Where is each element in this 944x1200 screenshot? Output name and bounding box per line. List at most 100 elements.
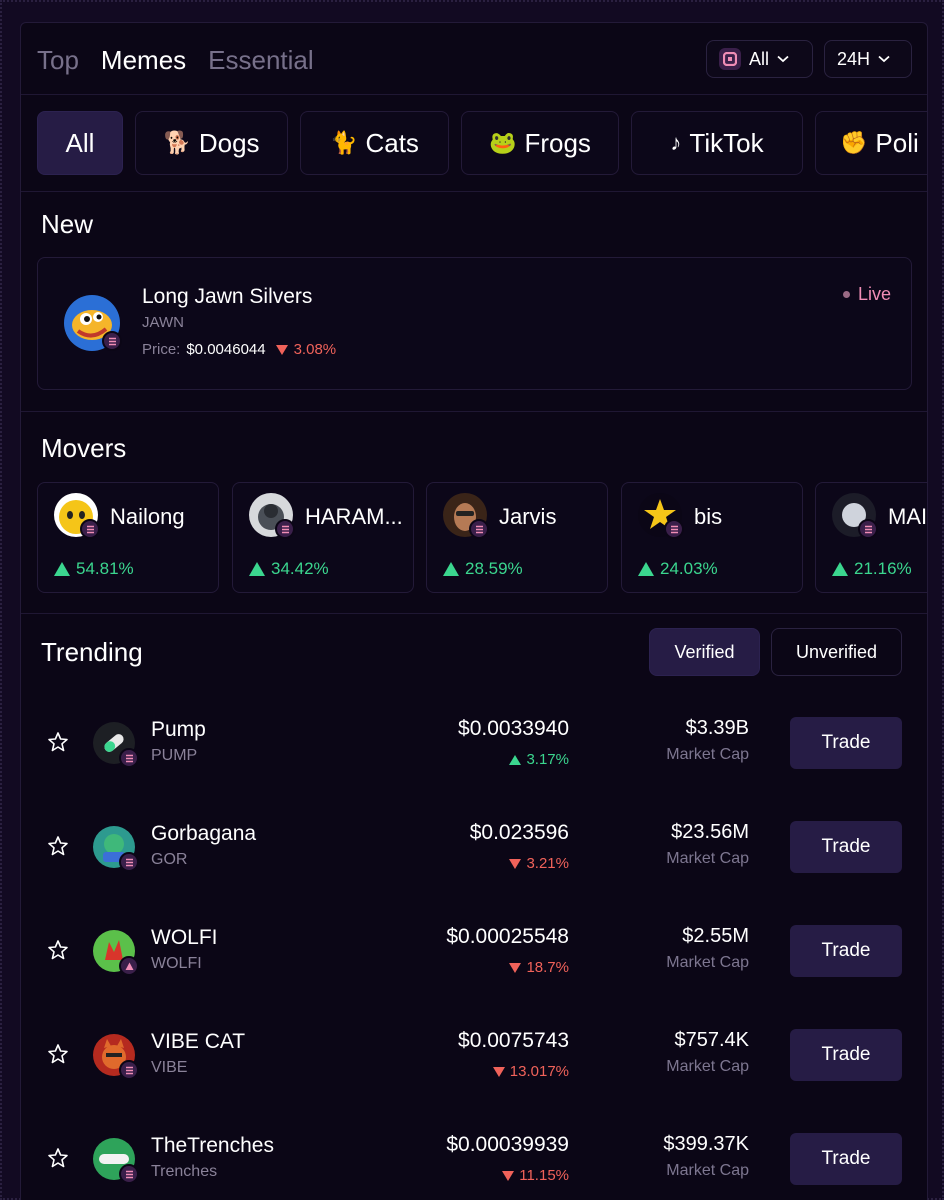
mover-card[interactable]: MAI 21.16% <box>815 482 927 593</box>
favorite-star-icon[interactable] <box>47 731 69 753</box>
divider <box>21 191 927 192</box>
chain-logo-icon <box>719 48 741 70</box>
category-dogs[interactable]: 🐕 Dogs <box>135 111 288 175</box>
live-label: Live <box>857 284 891 304</box>
category-label: TikTok <box>689 127 764 158</box>
tab-memes[interactable]: Memes <box>101 45 186 76</box>
up-arrow-icon <box>249 562 265 576</box>
token-price: $0.00039939 <box>446 1133 569 1156</box>
mover-change-value: 34.42% <box>271 559 329 578</box>
category-label: All <box>65 127 95 158</box>
token-price: $0.023596 <box>469 821 569 844</box>
category-label: Dogs <box>198 127 260 158</box>
trade-button[interactable]: Trade <box>790 717 902 769</box>
trade-button[interactable]: Trade <box>790 1029 902 1081</box>
category-cats[interactable]: 🐈 Cats <box>300 111 449 175</box>
token-avatar <box>93 1138 139 1184</box>
mover-change: 34.42% <box>249 559 329 579</box>
token-symbol: GOR <box>151 851 188 868</box>
market-cap-value: $399.37K <box>663 1133 749 1155</box>
tiktok-icon: ♪ <box>670 130 682 155</box>
mover-change: 28.59% <box>443 559 523 579</box>
table-row[interactable]: VIBE CAT VIBE $0.0075743 13.017% $757.4K… <box>21 1003 927 1107</box>
token-name: TheTrenches <box>151 1134 274 1157</box>
mover-change-value: 21.16% <box>854 559 912 578</box>
category-label: Cats <box>365 127 419 158</box>
market-cap-label: Market Cap <box>666 746 749 763</box>
mover-card[interactable]: Nailong 54.81% <box>37 482 219 593</box>
token-name: Pump <box>151 718 206 741</box>
token-change: 3.17% <box>509 751 569 768</box>
favorite-star-icon[interactable] <box>47 1043 69 1065</box>
time-select[interactable]: 24H <box>824 40 912 78</box>
market-cap-label: Market Cap <box>666 1162 749 1179</box>
mover-name: Nailong <box>110 504 185 529</box>
tab-essential[interactable]: Essential <box>208 45 314 76</box>
solana-badge-icon <box>102 331 122 351</box>
mover-name: Jarvis <box>499 504 557 529</box>
dog-icon: 🐕 <box>163 130 191 155</box>
unverified-filter-button[interactable]: Unverified <box>771 628 902 676</box>
token-change-value: 3.21% <box>526 855 569 872</box>
mover-card[interactable]: bis 24.03% <box>621 482 803 593</box>
mover-change-value: 24.03% <box>660 559 718 578</box>
token-change-value: 3.17% <box>526 751 569 768</box>
panel-header: Top Memes Essential All 24H <box>21 23 927 95</box>
mover-name: HARAM... <box>305 504 403 529</box>
solana-badge-icon <box>664 519 684 539</box>
up-arrow-icon <box>638 562 654 576</box>
category-all[interactable]: All <box>37 111 123 175</box>
market-cap-value: $2.55M <box>682 925 749 947</box>
down-arrow-icon <box>502 1170 515 1181</box>
trade-button[interactable]: Trade <box>790 925 902 977</box>
token-avatar <box>93 826 139 872</box>
mover-card[interactable]: Jarvis 28.59% <box>426 482 608 593</box>
trade-button[interactable]: Trade <box>790 821 902 873</box>
table-row[interactable]: Gorbagana GOR $0.023596 3.21% $23.56M Ma… <box>21 795 927 899</box>
token-change: 3.21% <box>509 855 569 872</box>
mover-change: 24.03% <box>638 559 718 579</box>
favorite-star-icon[interactable] <box>47 835 69 857</box>
favorite-star-icon[interactable] <box>47 939 69 961</box>
mover-change: 54.81% <box>54 559 134 579</box>
table-row[interactable]: Pump PUMP $0.0033940 3.17% $3.39B Market… <box>21 691 927 795</box>
up-arrow-icon <box>54 562 70 576</box>
up-arrow-icon <box>832 562 848 576</box>
mover-card[interactable]: HARAM... 34.42% <box>232 482 414 593</box>
divider <box>21 613 927 614</box>
live-status: Live <box>842 284 891 305</box>
trade-button[interactable]: Trade <box>790 1133 902 1185</box>
down-arrow-icon <box>492 1066 505 1077</box>
solana-badge-icon <box>119 852 139 872</box>
token-price: $0.0046044 <box>186 341 266 358</box>
up-arrow-icon <box>509 754 522 765</box>
solana-badge-icon <box>80 519 100 539</box>
favorite-star-icon[interactable] <box>47 1147 69 1169</box>
new-token-card[interactable]: Long Jawn Silvers JAWN Price: $0.0046044… <box>37 257 912 390</box>
frog-icon: 🐸 <box>489 130 517 155</box>
avalanche-badge-icon <box>119 956 139 976</box>
token-change-value: 18.7% <box>526 959 569 976</box>
token-symbol: VIBE <box>151 1059 188 1076</box>
token-change: 18.7% <box>509 959 569 976</box>
table-row[interactable]: TheTrenches Trenches $0.00039939 11.15% … <box>21 1107 927 1200</box>
token-symbol: Trenches <box>151 1163 218 1180</box>
token-avatar <box>93 1034 139 1080</box>
category-frogs[interactable]: 🐸 Frogs <box>461 111 619 175</box>
market-cap-value: $23.56M <box>671 821 749 843</box>
cat-icon: 🐈 <box>330 130 358 155</box>
time-select-value: 24H <box>837 48 871 69</box>
section-title-movers: Movers <box>41 433 127 463</box>
category-tiktok[interactable]: ♪ TikTok <box>631 111 803 175</box>
verified-filter-button[interactable]: Verified <box>649 628 760 676</box>
up-arrow-icon <box>443 562 459 576</box>
chain-select[interactable]: All <box>706 40 813 78</box>
tab-top[interactable]: Top <box>37 45 79 76</box>
category-politics[interactable]: ✊ Poli <box>815 111 927 175</box>
table-row[interactable]: WOLFI WOLFI $0.00025548 18.7% $2.55M Mar… <box>21 899 927 1003</box>
solana-badge-icon <box>469 519 489 539</box>
category-label: Frogs <box>524 127 591 158</box>
token-symbol: WOLFI <box>151 955 202 972</box>
token-avatar <box>64 295 122 351</box>
token-price: $0.0075743 <box>458 1029 569 1052</box>
